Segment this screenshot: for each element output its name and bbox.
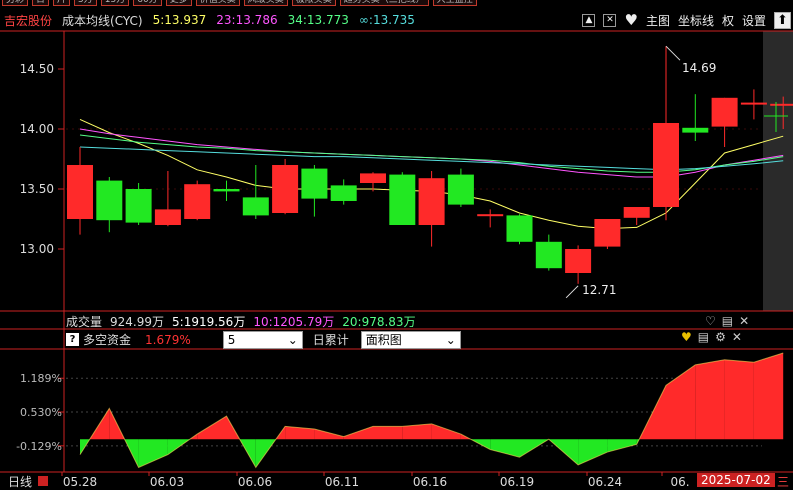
- money-flow-panel-icons: ♥ ▤ ⚙ ✕: [681, 330, 742, 344]
- chevron-down-icon: ⌄: [445, 332, 456, 347]
- money-tick-label: -0.129%: [16, 440, 62, 453]
- close-icon[interactable]: ✕: [732, 330, 742, 344]
- money-area-positive: [431, 423, 461, 440]
- money-area-negative: [578, 439, 608, 465]
- candle-body: [740, 102, 767, 105]
- panel-box-icon[interactable]: ▤: [722, 314, 733, 328]
- money-area-positive: [197, 416, 227, 440]
- volume-v10: 10:1205.79万: [253, 314, 335, 329]
- candle-body: [653, 123, 679, 207]
- close-icon[interactable]: ✕: [739, 314, 749, 328]
- money-area-positive: [724, 359, 754, 440]
- high-label: 14.69: [682, 61, 716, 75]
- chevron-down-icon: ⌄: [287, 332, 298, 347]
- candle-body: [67, 165, 93, 219]
- settings-icon[interactable]: ⚙: [715, 330, 726, 344]
- candle-body: [96, 180, 123, 221]
- volume-total: 924.99万: [110, 314, 165, 329]
- candle-body: [447, 174, 474, 205]
- candle-body: [682, 127, 709, 133]
- candle-body: [242, 197, 269, 216]
- candle-body: [360, 173, 386, 183]
- low-label: 12.71: [582, 283, 616, 297]
- date-axis-bar: 日线 2025-07-02 三: [0, 472, 793, 490]
- period-label[interactable]: 日线: [8, 473, 32, 490]
- candle-body: [272, 165, 299, 213]
- price-tick-label: 14.00: [20, 122, 54, 136]
- money-tick-label: 1.189%: [20, 372, 62, 385]
- weekday-label: 三: [777, 475, 790, 489]
- candle-body: [770, 103, 793, 106]
- candle-body: [535, 241, 562, 269]
- candle-body: [154, 209, 181, 225]
- candle-body: [623, 207, 650, 218]
- candle-body: [389, 174, 416, 225]
- candle-body: [477, 214, 504, 217]
- money-area-negative: [138, 439, 168, 468]
- help-icon[interactable]: ?: [66, 333, 79, 346]
- period-select[interactable]: 5 ⌄: [222, 330, 303, 349]
- panel-box-icon[interactable]: ▤: [698, 330, 709, 344]
- money-flow-value: 1.679%: [145, 332, 191, 347]
- period-select-value: 5: [227, 332, 236, 347]
- money-area-positive: [753, 353, 784, 440]
- candle-body: [125, 189, 152, 223]
- heart-outline-icon[interactable]: ♡: [705, 314, 716, 328]
- money-area-negative: [490, 439, 520, 458]
- money-tick-label: 0.530%: [20, 406, 62, 419]
- money-flow-controls: ? 多空资金 1.679% 5 ⌄ 日累计 面积图 ⌄: [66, 330, 461, 349]
- money-area-positive: [695, 359, 725, 440]
- candle-body: [594, 219, 621, 247]
- cumulative-label: 日累计: [312, 333, 349, 347]
- price-tick-label: 13.50: [20, 182, 54, 196]
- price-tick-label: 13.00: [20, 242, 54, 256]
- volume-label: 成交量: [66, 314, 103, 329]
- candle-body: [565, 249, 592, 273]
- candle-body: [213, 189, 240, 192]
- heart-outline-icon[interactable]: ♥: [681, 330, 692, 344]
- volume-v5: 5:1919.56万: [172, 314, 246, 329]
- candle-body: [506, 215, 533, 242]
- chart-type-select-value: 面积图: [365, 332, 402, 347]
- chart-canvas: 14.50 14.00 13.50 13.00 14.69 12.71 1.189% 0.53…: [0, 30, 793, 489]
- current-date: 2025-07-02: [697, 473, 775, 487]
- candle-body: [330, 185, 357, 201]
- volume-v20: 20:978.83万: [342, 314, 416, 329]
- price-tick-label: 14.50: [20, 62, 54, 76]
- high-pointer: [665, 45, 681, 61]
- candle-body: [184, 184, 211, 219]
- money-area-positive: [666, 364, 696, 440]
- candle-body: [711, 97, 738, 127]
- period-marker-icon: [38, 476, 48, 486]
- candle-body: [301, 168, 328, 199]
- money-flow-title: 多空资金: [83, 333, 132, 347]
- low-pointer: [565, 285, 579, 299]
- chart-type-select[interactable]: 面积图 ⌄: [360, 330, 461, 349]
- volume-line: 成交量 924.99万 5:1919.56万 10:1205.79万 20:97…: [66, 313, 424, 329]
- money-area-positive: [373, 426, 403, 440]
- candle-body: [418, 178, 445, 225]
- volume-panel-icons: ♡ ▤ ✕: [705, 314, 749, 328]
